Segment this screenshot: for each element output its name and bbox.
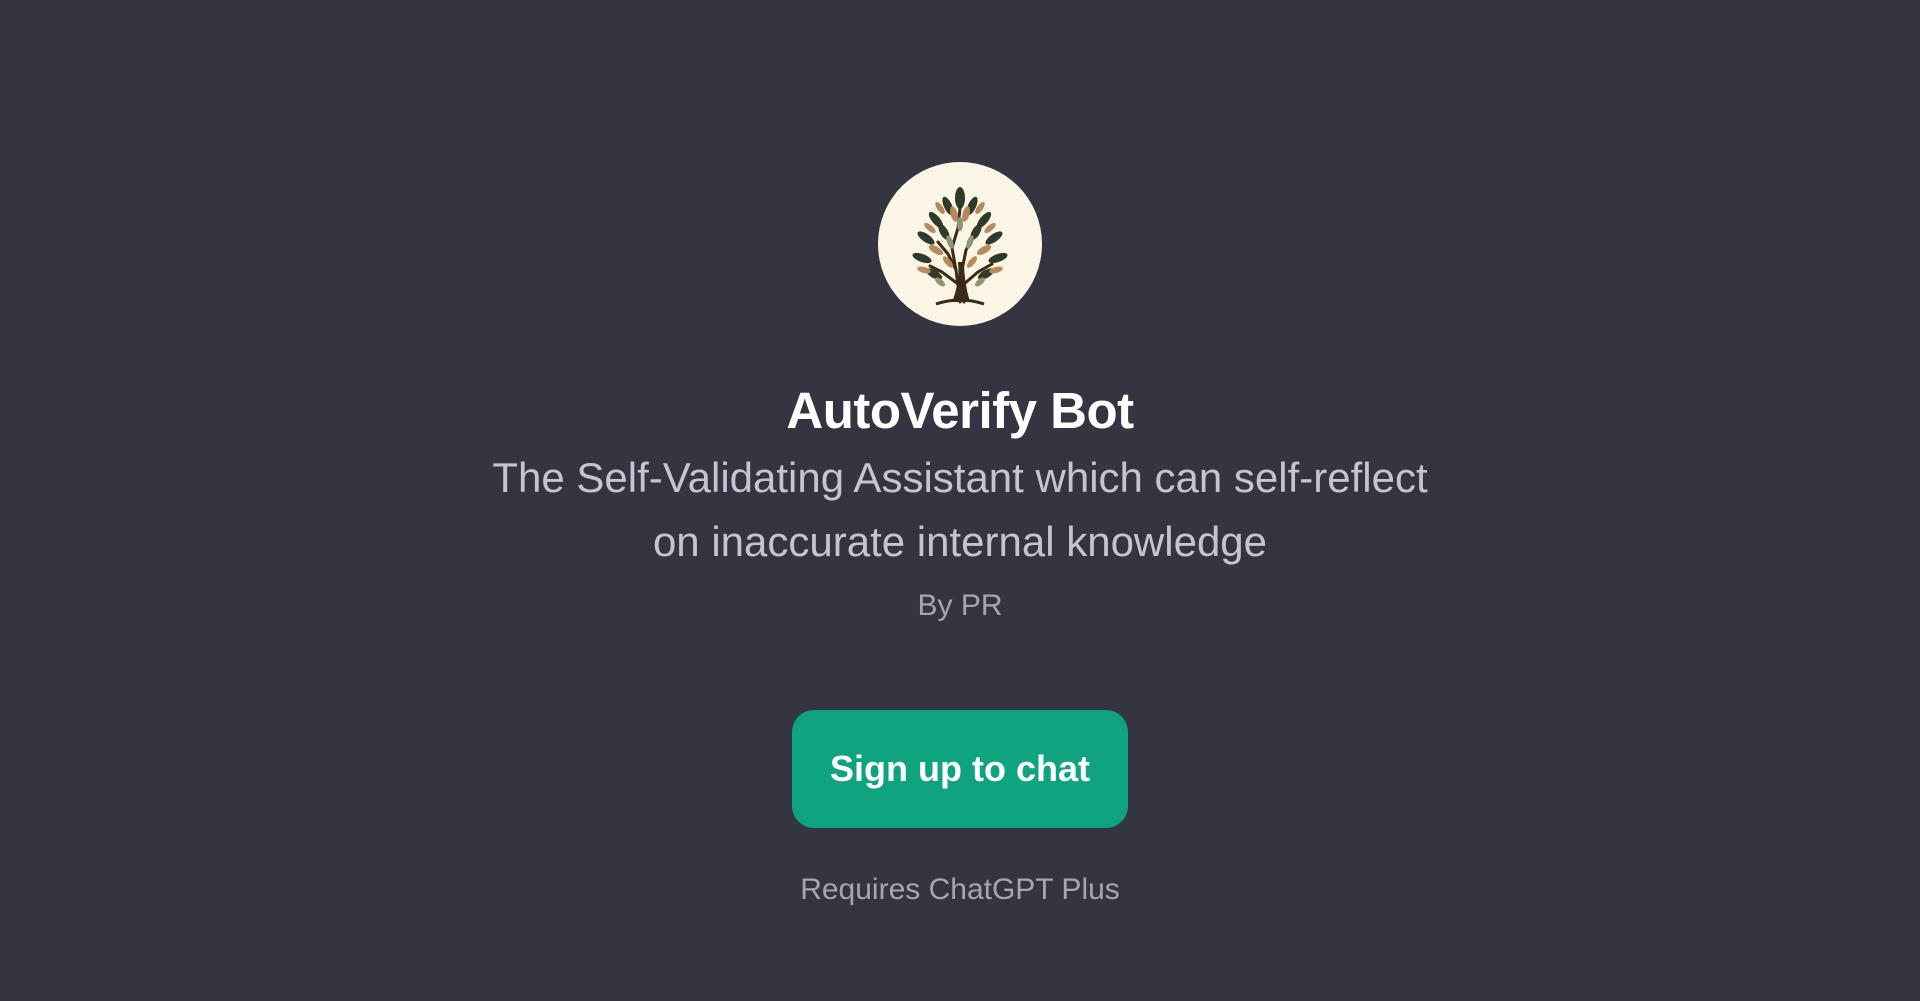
plan-requirement-note: Requires ChatGPT Plus bbox=[800, 873, 1120, 906]
gpt-title: AutoVerify Bot bbox=[786, 382, 1134, 439]
gpt-avatar bbox=[878, 162, 1042, 326]
sign-up-to-chat-button[interactable]: Sign up to chat bbox=[792, 710, 1128, 828]
tree-icon bbox=[912, 187, 1008, 306]
gpt-landing-page: AutoVerify Bot The Self-Validating Assis… bbox=[0, 0, 1920, 1001]
gpt-author: By PR bbox=[917, 589, 1003, 622]
gpt-description: The Self-Validating Assistant which can … bbox=[492, 454, 1428, 565]
